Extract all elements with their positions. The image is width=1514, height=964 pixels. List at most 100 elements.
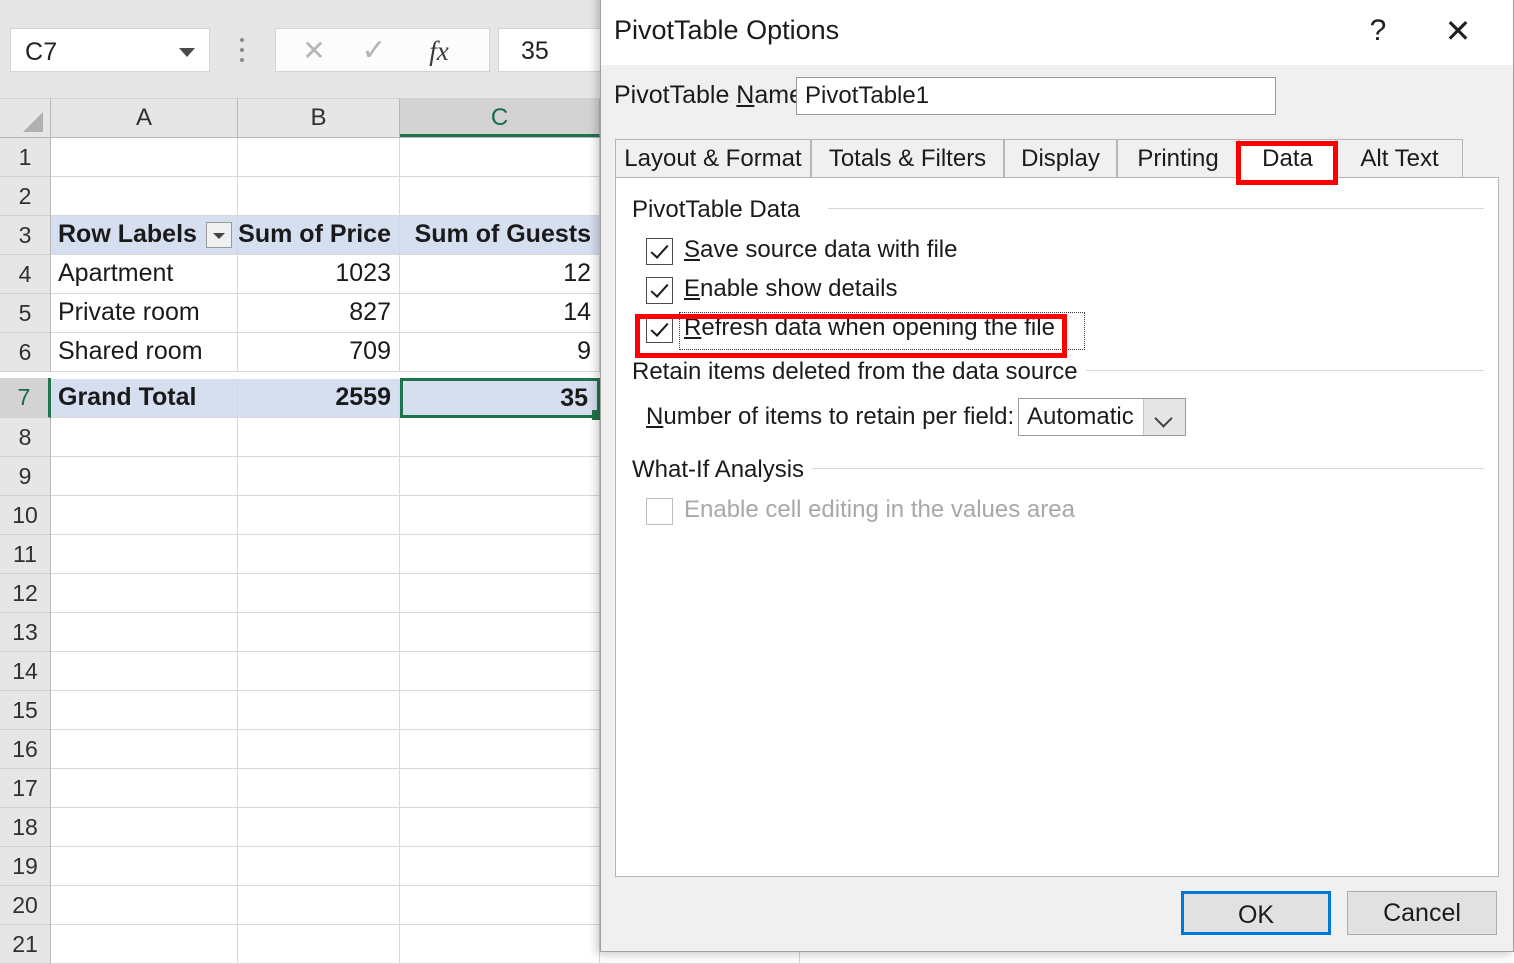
row-header-20[interactable]: 20 [0, 886, 51, 925]
cell-b21[interactable] [238, 925, 400, 963]
cell-b8[interactable] [238, 418, 400, 456]
selected-cell-c7[interactable]: 35 [400, 378, 600, 418]
cell-a3-row-labels[interactable]: Row Labels [51, 216, 238, 254]
row-header-12[interactable]: 12 [0, 574, 51, 613]
row-header-4[interactable]: 4 [0, 255, 51, 294]
cell-a12[interactable] [51, 574, 238, 612]
row-header-13[interactable]: 13 [0, 613, 51, 652]
cell-b10[interactable] [238, 496, 400, 534]
cell-a17[interactable] [51, 769, 238, 807]
confirm-formula-icon[interactable]: ✓ [344, 29, 404, 73]
cell-b9[interactable] [238, 457, 400, 495]
enable-show-details-checkbox[interactable] [646, 277, 673, 304]
cell-b20[interactable] [238, 886, 400, 924]
cell-a1[interactable] [51, 138, 238, 176]
cell-a14[interactable] [51, 652, 238, 690]
chevron-down-icon[interactable] [179, 48, 195, 57]
cell-b2[interactable] [238, 177, 400, 215]
cell-b1[interactable] [238, 138, 400, 176]
tab-alt-text[interactable]: Alt Text [1336, 139, 1463, 178]
cell-c8[interactable] [400, 418, 600, 456]
row-header-10[interactable]: 10 [0, 496, 51, 535]
cell-b17[interactable] [238, 769, 400, 807]
cell-b11[interactable] [238, 535, 400, 573]
tab-printing[interactable]: Printing [1117, 139, 1239, 178]
close-icon[interactable]: ✕ [1429, 7, 1487, 55]
cell-a6[interactable]: Shared room [51, 333, 238, 371]
row-header-8[interactable]: 8 [0, 418, 51, 457]
cell-c11[interactable] [400, 535, 600, 573]
tab-layout-format[interactable]: Layout & Format [615, 139, 811, 178]
refresh-data-checkbox[interactable] [646, 316, 673, 343]
cell-a9[interactable] [51, 457, 238, 495]
cell-c19[interactable] [400, 847, 600, 885]
cell-a7-grand-total[interactable]: Grand Total [51, 379, 238, 417]
tab-display[interactable]: Display [1004, 139, 1117, 178]
row-header-15[interactable]: 15 [0, 691, 51, 730]
cancel-button[interactable]: Cancel [1347, 891, 1497, 935]
more-options-icon[interactable] [240, 38, 245, 64]
row-header-5[interactable]: 5 [0, 294, 51, 333]
cell-a15[interactable] [51, 691, 238, 729]
row-header-11[interactable]: 11 [0, 535, 51, 574]
chevron-down-icon[interactable] [1143, 399, 1185, 435]
row-labels-filter-icon[interactable] [206, 222, 232, 248]
row-header-9[interactable]: 9 [0, 457, 51, 496]
cell-c18[interactable] [400, 808, 600, 846]
cell-a10[interactable] [51, 496, 238, 534]
cell-c15[interactable] [400, 691, 600, 729]
cell-a8[interactable] [51, 418, 238, 456]
row-header-2[interactable]: 2 [0, 177, 51, 216]
cell-a18[interactable] [51, 808, 238, 846]
help-icon[interactable]: ? [1349, 7, 1407, 55]
cell-a21[interactable] [51, 925, 238, 963]
row-header-7[interactable]: 7 [0, 378, 51, 418]
cell-c9[interactable] [400, 457, 600, 495]
cell-a13[interactable] [51, 613, 238, 651]
cell-a4[interactable]: Apartment [51, 255, 238, 293]
cell-a20[interactable] [51, 886, 238, 924]
cell-c12[interactable] [400, 574, 600, 612]
cell-c14[interactable] [400, 652, 600, 690]
cell-c21[interactable] [400, 925, 600, 963]
cell-b15[interactable] [238, 691, 400, 729]
cell-b16[interactable] [238, 730, 400, 768]
row-header-21[interactable]: 21 [0, 925, 51, 964]
retain-items-dropdown[interactable]: Automatic [1018, 398, 1186, 436]
cell-c6[interactable]: 9 [400, 333, 600, 371]
row-header-6[interactable]: 6 [0, 333, 51, 372]
cell-c1[interactable] [400, 138, 600, 176]
row-header-17[interactable]: 17 [0, 769, 51, 808]
cell-c5[interactable]: 14 [400, 294, 600, 332]
cell-b6[interactable]: 709 [238, 333, 400, 371]
cell-b3-sum-of-price[interactable]: Sum of Price [238, 216, 400, 254]
cell-b19[interactable] [238, 847, 400, 885]
cell-b5[interactable]: 827 [238, 294, 400, 332]
cell-c16[interactable] [400, 730, 600, 768]
row-header-18[interactable]: 18 [0, 808, 51, 847]
cell-c3-sum-of-guests[interactable]: Sum of Guests [400, 216, 600, 254]
cell-a2[interactable] [51, 177, 238, 215]
insert-function-icon[interactable]: fx [408, 29, 470, 73]
cell-c4[interactable]: 12 [400, 255, 600, 293]
cell-a11[interactable] [51, 535, 238, 573]
column-header-c[interactable]: C [400, 99, 600, 137]
row-header-19[interactable]: 19 [0, 847, 51, 886]
tab-totals-filters[interactable]: Totals & Filters [811, 139, 1004, 178]
cell-c20[interactable] [400, 886, 600, 924]
cancel-formula-icon[interactable]: ✕ [284, 29, 344, 73]
cell-b18[interactable] [238, 808, 400, 846]
ok-button[interactable]: OK [1181, 891, 1331, 935]
cell-c13[interactable] [400, 613, 600, 651]
row-header-16[interactable]: 16 [0, 730, 51, 769]
row-header-1[interactable]: 1 [0, 138, 51, 177]
cell-b7[interactable]: 2559 [238, 379, 400, 417]
cell-b14[interactable] [238, 652, 400, 690]
cell-c10[interactable] [400, 496, 600, 534]
cell-a19[interactable] [51, 847, 238, 885]
row-header-14[interactable]: 14 [0, 652, 51, 691]
cell-b12[interactable] [238, 574, 400, 612]
tab-data[interactable]: Data [1239, 139, 1336, 178]
pivottable-name-input[interactable] [796, 77, 1276, 115]
cell-a16[interactable] [51, 730, 238, 768]
